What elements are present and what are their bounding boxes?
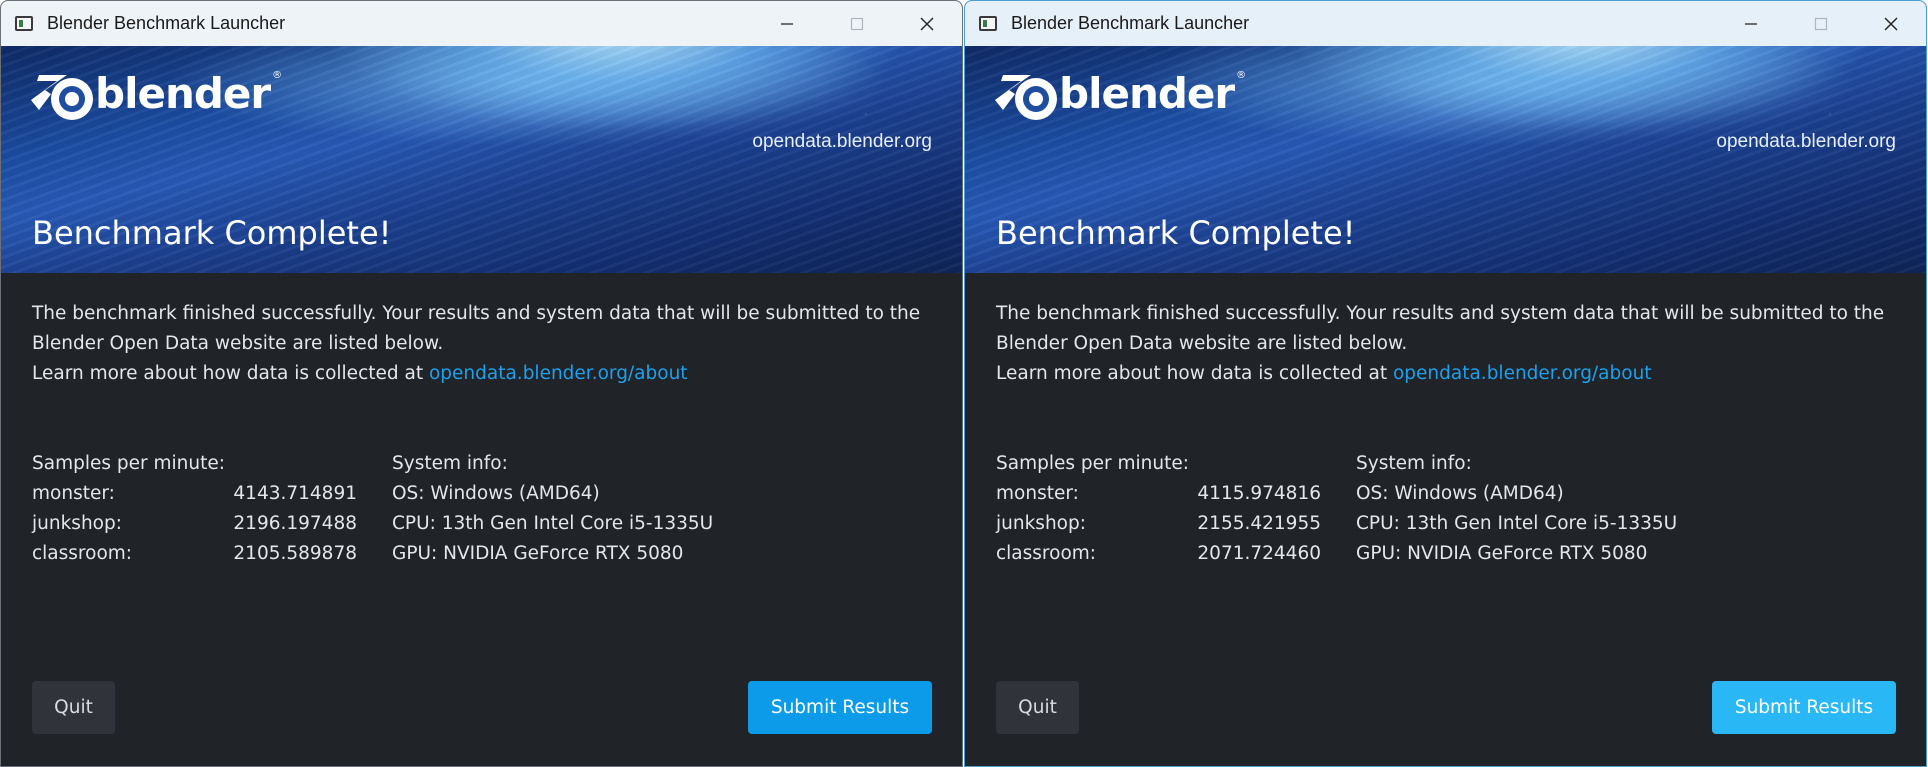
maximize-button[interactable] (1786, 1, 1856, 46)
scene-score: 4143.714891 (233, 483, 357, 504)
site-url[interactable]: opendata.blender.org (752, 131, 932, 153)
system-gpu: GPU: NVIDIA GeForce RTX 5080 (392, 543, 684, 564)
intro-line: The benchmark finished successfully. You… (32, 303, 921, 324)
scene-score: 2196.197488 (233, 513, 357, 534)
system-header: System info: (392, 453, 508, 474)
page-title: Benchmark Complete! (32, 214, 392, 252)
scene-score: 2155.421955 (1197, 513, 1321, 534)
header-banner: blender ® opendata.blender.org Benchmark… (965, 46, 1926, 273)
minimize-button[interactable] (752, 1, 822, 46)
maximize-icon (1814, 17, 1828, 30)
samples-header: Samples per minute: (996, 453, 1189, 474)
scene-name: junkshop: (996, 513, 1086, 534)
window-controls (752, 1, 962, 46)
registered-mark: ® (272, 70, 283, 81)
title-bar[interactable]: Blender Benchmark Launcher (1, 1, 962, 46)
blender-logo-icon (31, 75, 93, 120)
maximize-button[interactable] (822, 1, 892, 46)
close-icon (920, 17, 934, 30)
close-button[interactable] (892, 1, 962, 46)
scene-name: monster: (32, 483, 115, 504)
close-icon (1884, 17, 1898, 30)
window-app-icon (979, 16, 997, 31)
scene-score: 2105.589878 (233, 543, 357, 564)
about-link[interactable]: opendata.blender.org/about (429, 363, 688, 384)
scene-name: junkshop: (32, 513, 122, 534)
system-gpu: GPU: NVIDIA GeForce RTX 5080 (1356, 543, 1648, 564)
intro-line: The benchmark finished successfully. You… (996, 303, 1885, 324)
system-info: System info: OS: Windows (AMD64) CPU: 13… (1356, 449, 1896, 569)
system-os: OS: Windows (AMD64) (392, 483, 600, 504)
system-cpu: CPU: 13th Gen Intel Core i5-1335U (1356, 513, 1678, 534)
intro-text: The benchmark finished successfully. You… (32, 299, 932, 389)
window-title: Blender Benchmark Launcher (47, 13, 286, 33)
benchmark-window-left[interactable]: Blender Benchmark Launcher blender ® ope… (0, 0, 963, 767)
about-link[interactable]: opendata.blender.org/about (1393, 363, 1652, 384)
intro-text: The benchmark finished successfully. You… (996, 299, 1896, 389)
system-os: OS: Windows (AMD64) (1356, 483, 1564, 504)
blender-logo: blender ® (991, 64, 1246, 124)
submit-results-button[interactable]: Submit Results (748, 681, 932, 734)
scene-labels: Samples per minute: monster: junkshop: c… (32, 449, 232, 569)
window-title: Blender Benchmark Launcher (1011, 13, 1250, 33)
system-cpu: CPU: 13th Gen Intel Core i5-1335U (392, 513, 714, 534)
scene-values: 4143.714891 2196.197488 2105.589878 (227, 449, 357, 569)
site-url[interactable]: opendata.blender.org (1716, 131, 1896, 153)
scene-values: 4115.974816 2155.421955 2071.724460 (1191, 449, 1321, 569)
scene-labels: Samples per minute: monster: junkshop: c… (996, 449, 1196, 569)
quit-button[interactable]: Quit (32, 681, 115, 734)
submit-results-button[interactable]: Submit Results (1712, 681, 1896, 734)
header-banner: blender ® opendata.blender.org Benchmark… (1, 46, 962, 273)
minimize-button[interactable] (1716, 1, 1786, 46)
close-button[interactable] (1856, 1, 1926, 46)
minimize-icon (1745, 22, 1757, 25)
desktop: Blender Benchmark Launcher blender ® ope… (0, 0, 1928, 767)
window-controls (1716, 1, 1926, 46)
window-app-icon (15, 16, 33, 31)
logo-wordmark: blender (1059, 69, 1235, 118)
registered-mark: ® (1236, 70, 1247, 81)
minimize-icon (781, 22, 793, 25)
quit-button[interactable]: Quit (996, 681, 1079, 734)
samples-header: Samples per minute: (32, 453, 225, 474)
system-header: System info: (1356, 453, 1472, 474)
logo-wordmark: blender (95, 69, 271, 118)
intro-line: Blender Open Data website are listed bel… (996, 333, 1408, 354)
blender-logo-icon (995, 75, 1057, 120)
learn-more-text: Learn more about how data is collected a… (996, 363, 1393, 384)
page-title: Benchmark Complete! (996, 214, 1356, 252)
intro-line: Blender Open Data website are listed bel… (32, 333, 444, 354)
scene-name: classroom: (996, 543, 1097, 564)
system-info: System info: OS: Windows (AMD64) CPU: 13… (392, 449, 932, 569)
scene-score: 4115.974816 (1197, 483, 1321, 504)
intro-line: Learn more about how data is collected a… (996, 359, 1896, 389)
blender-logo: blender ® (27, 64, 282, 124)
title-bar[interactable]: Blender Benchmark Launcher (965, 1, 1926, 46)
intro-line: Learn more about how data is collected a… (32, 359, 932, 389)
maximize-icon (850, 17, 864, 30)
scene-score: 2071.724460 (1197, 543, 1321, 564)
benchmark-window-right[interactable]: Blender Benchmark Launcher blender ® ope… (964, 0, 1927, 767)
scene-name: classroom: (32, 543, 133, 564)
scene-name: monster: (996, 483, 1079, 504)
learn-more-text: Learn more about how data is collected a… (32, 363, 429, 384)
